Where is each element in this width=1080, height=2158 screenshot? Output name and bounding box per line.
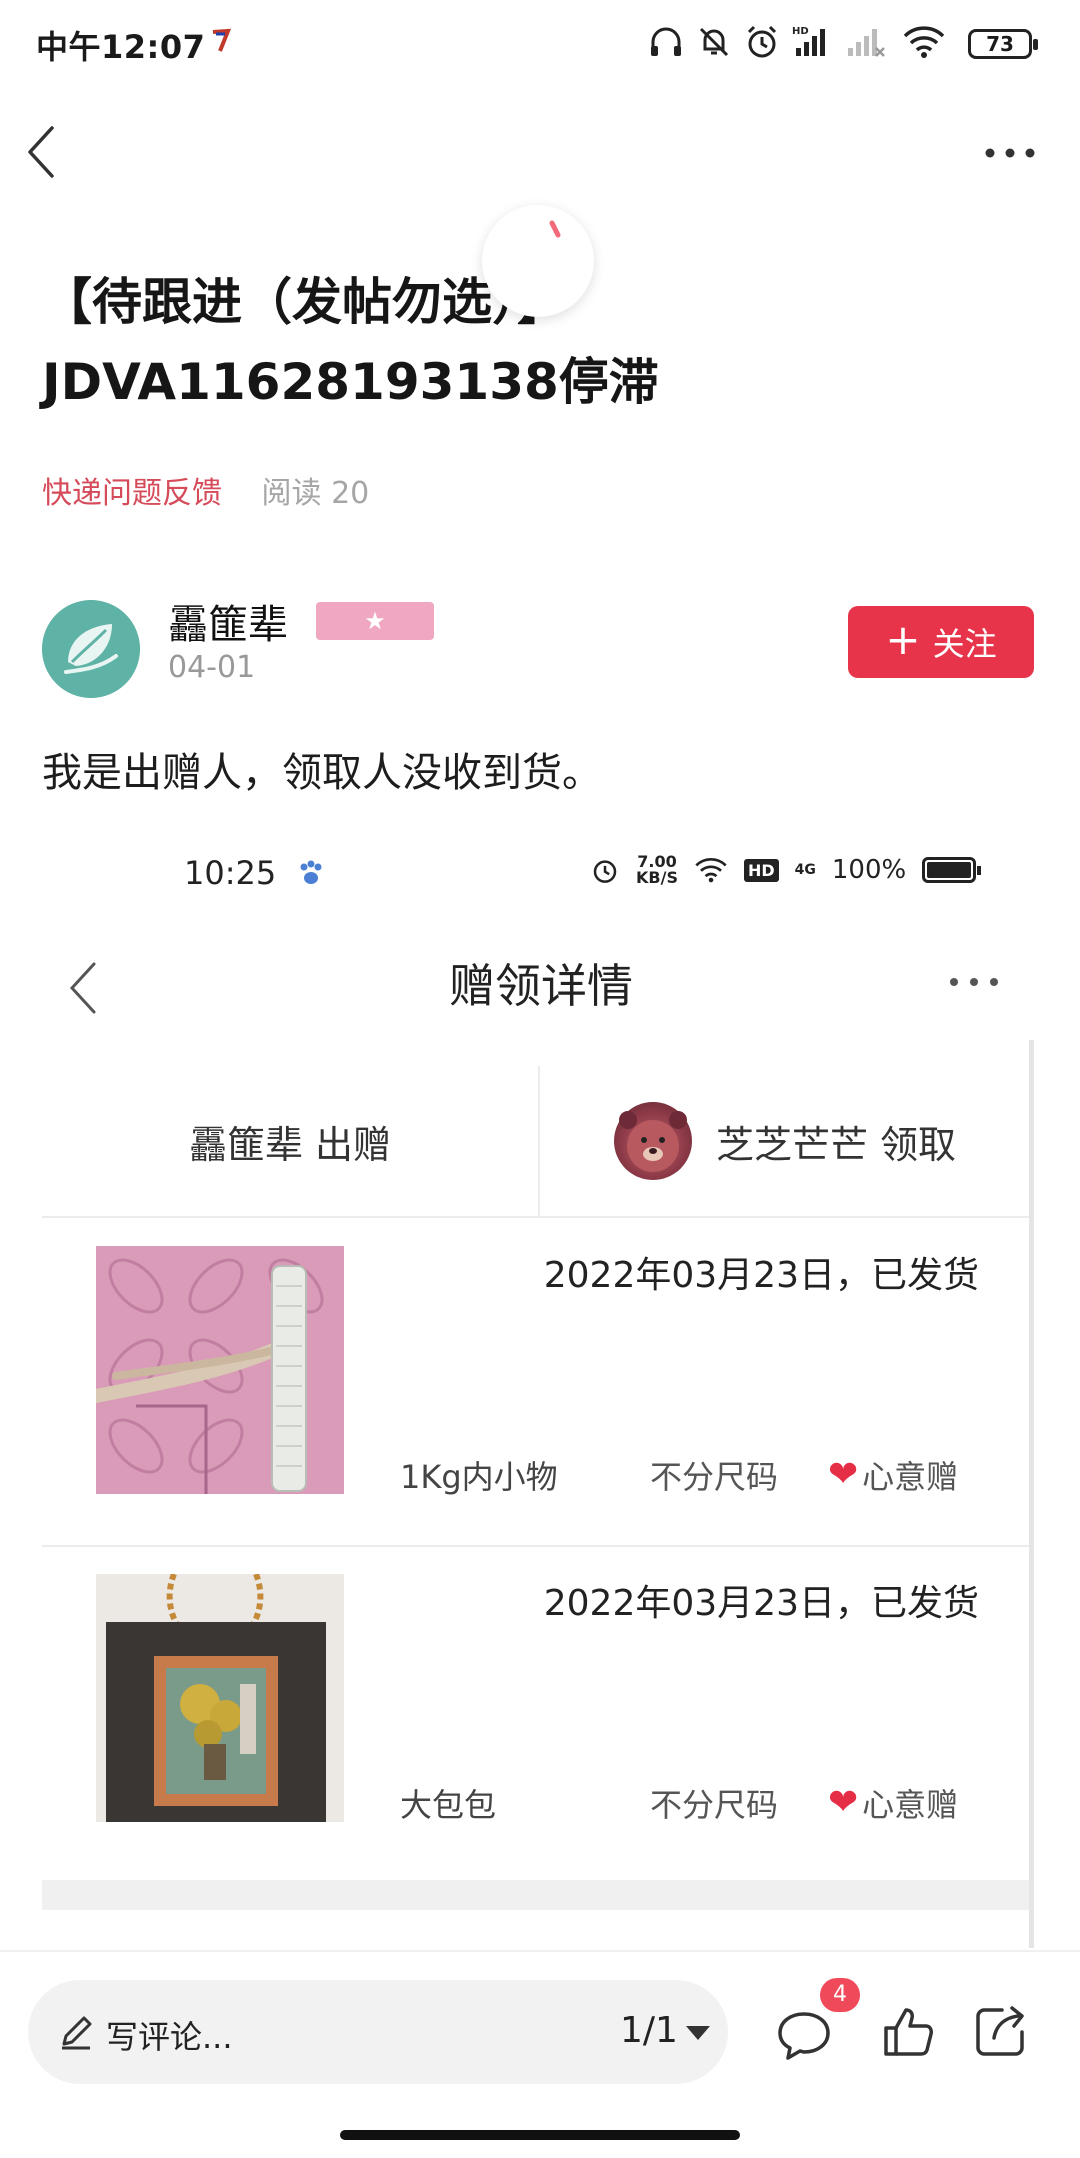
item-size: 不分尺码 [650, 1786, 779, 1824]
more-options-button[interactable] [980, 138, 1040, 168]
item-gift-type: ❤ 心意赠 [828, 1452, 958, 1498]
headphones-icon [651, 27, 681, 56]
app-notification-icon [212, 28, 232, 52]
page-indicator[interactable]: 1/1 [620, 2010, 678, 2051]
spinner-icon [549, 220, 561, 238]
item-photo [96, 1246, 344, 1494]
section-separator [42, 1880, 1029, 1910]
leaf-logo-icon [42, 600, 140, 698]
caret-down-icon[interactable] [686, 2026, 710, 2040]
more-horizontal-icon [950, 978, 998, 986]
wifi-icon [903, 26, 945, 58]
network-speed: 7.00 KB/S [636, 852, 678, 887]
mute-bell-icon [699, 27, 729, 57]
column-divider [538, 1066, 540, 1216]
heart-icon: ❤ [828, 1782, 859, 1823]
gift-item[interactable]: 2022年03月23日，已发货 大包包 不分尺码 ❤ 心意赠 [42, 1548, 1029, 1873]
comment-bubble-icon[interactable] [776, 2010, 832, 2062]
item-gift-type: ❤ 心意赠 [828, 1780, 958, 1826]
status-bar: 中午12:07 HD 73 [0, 0, 1080, 90]
network-type: 4G [794, 862, 816, 878]
item-status: 2022年03月23日，已发货 [543, 1255, 979, 1296]
alarm-icon [593, 860, 617, 883]
gift-item[interactable]: 2022年03月23日，已发货 1Kg内小物 不分尺码 ❤ 心意赠 [42, 1220, 1029, 1545]
gift-type-label: 心意赠 [862, 1458, 959, 1496]
row-divider [42, 1216, 1029, 1218]
hd-signal-icon: HD [792, 26, 825, 56]
author-name[interactable]: 靐篚辈 [168, 592, 288, 650]
status-time: 中午12:07 [36, 28, 206, 66]
paw-icon [300, 860, 322, 884]
row-divider [42, 1545, 1029, 1547]
bear-avatar-icon [618, 1111, 687, 1172]
thumbs-up-icon[interactable] [880, 2004, 936, 2060]
item-size: 不分尺码 [650, 1458, 779, 1496]
follow-button[interactable]: + 关注 [848, 606, 1034, 678]
comment-input[interactable]: 写评论... 1/1 [28, 1980, 728, 2084]
receiver-avatar [613, 1102, 692, 1180]
wifi-icon [695, 858, 727, 883]
embedded-status-icons: 7.00 KB/S HD 4G 100% [590, 852, 982, 887]
home-indicator[interactable] [340, 2130, 740, 2140]
post-date: 04-01 [168, 650, 256, 685]
embedded-page-title: 赠领详情 [449, 959, 633, 1013]
lint-roller-photo [96, 1246, 344, 1494]
item-name: 大包包 [400, 1786, 497, 1824]
item-name: 1Kg内小物 [400, 1458, 558, 1496]
scroll-edge [1029, 1040, 1034, 1948]
loading-spinner [482, 205, 594, 317]
post-image-screenshot[interactable]: 10:25 7.00 KB/S HD 4G 100% 赠领详情 靐篚辈 出赠 芝… [42, 830, 1040, 1948]
tote-bag-photo [96, 1574, 344, 1822]
post-meta: 快递问题反馈 阅读 20 [42, 468, 369, 512]
comment-count-badge: 4 [820, 1978, 860, 2012]
plus-icon: + [885, 615, 921, 664]
category-link[interactable]: 快递问题反馈 [42, 476, 222, 511]
item-status: 2022年03月23日，已发货 [543, 1583, 979, 1624]
embedded-battery-percent: 100% [831, 855, 907, 885]
item-photo [96, 1574, 344, 1822]
battery-full-icon [922, 857, 982, 883]
follow-label: 关注 [932, 625, 997, 663]
gift-type-label: 心意赠 [862, 1786, 959, 1824]
signal-weak-icon [848, 29, 885, 57]
battery-indicator: 73 [968, 29, 1038, 59]
hd-badge: HD [743, 858, 779, 882]
embedded-status-time: 10:25 [184, 854, 277, 892]
bottom-action-bar: 写评论... 1/1 4 [0, 1950, 1080, 2158]
comment-placeholder: 写评论... [106, 2018, 233, 2056]
author-avatar[interactable] [42, 600, 140, 698]
giver-label: 靐篚辈 出赠 [188, 1122, 392, 1167]
receiver-label: 芝芝芒芒 领取 [715, 1122, 957, 1167]
post-body: 我是出赠人，领取人没收到货。 [42, 750, 602, 796]
read-count: 阅读 20 [261, 476, 370, 511]
author-level-badge: ★ [316, 602, 434, 640]
svg-text:HD: HD [792, 26, 809, 37]
alarm-icon [747, 25, 777, 58]
pencil-icon [62, 2016, 92, 2050]
back-button[interactable] [20, 120, 80, 184]
share-icon[interactable] [972, 2002, 1030, 2060]
heart-icon: ❤ [828, 1454, 859, 1495]
receiver-cell: 芝芝芒芒 领取 [542, 1066, 1028, 1216]
